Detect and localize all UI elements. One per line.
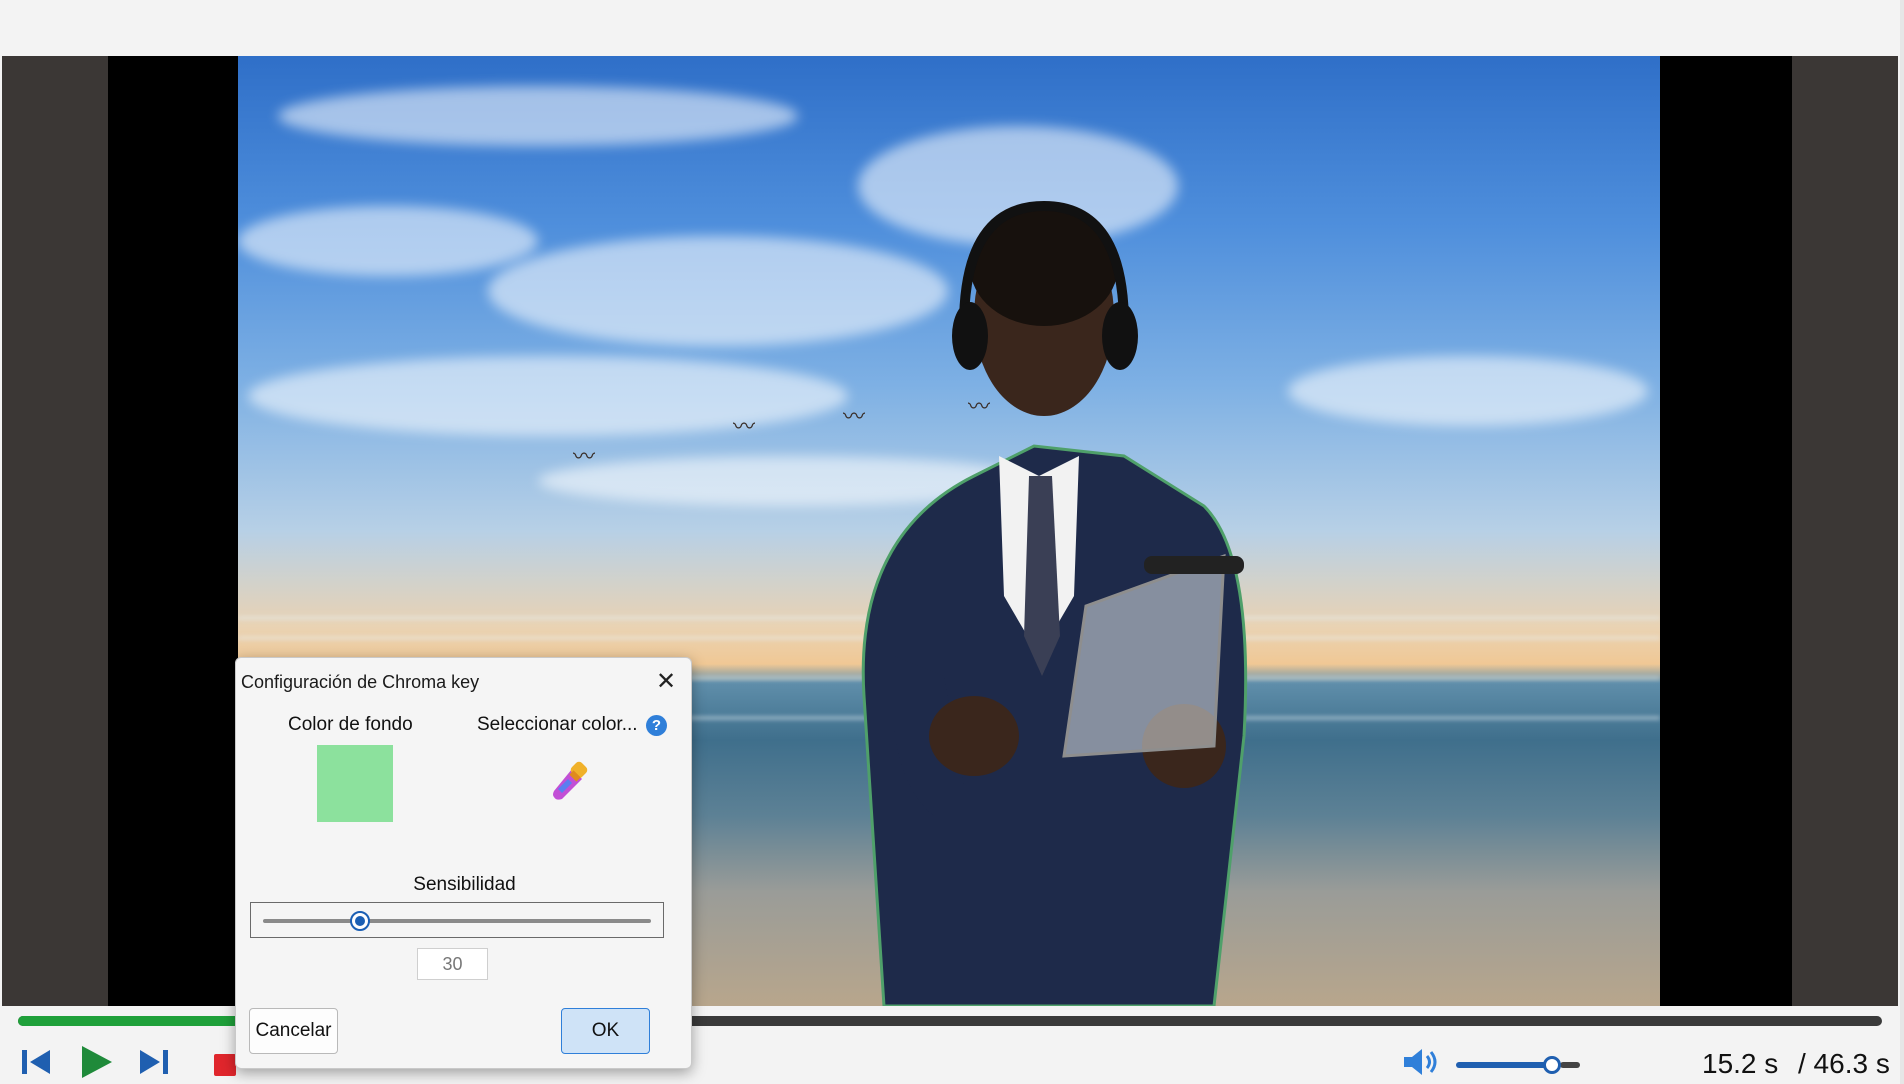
person-subject xyxy=(861,200,1248,1006)
current-time: 15.2 s xyxy=(1702,1048,1779,1079)
help-icon[interactable]: ? xyxy=(646,715,667,736)
timeline-progress xyxy=(18,1016,242,1026)
sensitivity-slider-thumb[interactable] xyxy=(350,911,370,931)
volume-slider-track[interactable] xyxy=(1456,1062,1553,1068)
sky-cloud xyxy=(248,356,848,436)
skip-back-icon[interactable] xyxy=(20,1048,52,1076)
close-icon[interactable]: ✕ xyxy=(648,664,684,698)
select-color-label[interactable]: Seleccionar color... xyxy=(477,714,638,736)
cancel-button[interactable]: Cancelar xyxy=(249,1008,338,1054)
background-color-label: Color de fondo xyxy=(288,714,413,735)
sensitivity-slider-track[interactable] xyxy=(263,919,651,923)
window-edge xyxy=(1900,0,1904,1084)
seagull: 〰 xyxy=(733,414,756,439)
background-color-swatch[interactable] xyxy=(317,745,393,822)
sky-cloud xyxy=(278,86,798,146)
ok-button[interactable]: OK xyxy=(561,1008,650,1054)
stop-icon[interactable] xyxy=(214,1054,236,1076)
chroma-key-dialog: Configuración de Chroma key ✕ Color de f… xyxy=(235,657,692,1069)
total-time: / 46.3 s xyxy=(1798,1048,1890,1079)
volume-slider-thumb[interactable] xyxy=(1543,1056,1561,1074)
top-toolbar-area xyxy=(0,0,1904,56)
dialog-title: Configuración de Chroma key xyxy=(241,672,480,692)
volume-slider-remaining[interactable] xyxy=(1560,1062,1580,1068)
seagull: 〰 xyxy=(573,444,596,469)
skip-forward-icon[interactable] xyxy=(138,1048,170,1076)
sensitivity-value-field[interactable]: 30 xyxy=(417,948,488,980)
sky-cloud xyxy=(238,206,538,276)
sensitivity-slider[interactable] xyxy=(250,902,664,938)
sensitivity-label: Sensibilidad xyxy=(413,874,516,895)
sky-cloud xyxy=(1288,356,1648,426)
volume-icon[interactable] xyxy=(1402,1047,1440,1077)
eyedropper-icon[interactable] xyxy=(548,761,590,803)
play-icon[interactable] xyxy=(80,1044,114,1080)
